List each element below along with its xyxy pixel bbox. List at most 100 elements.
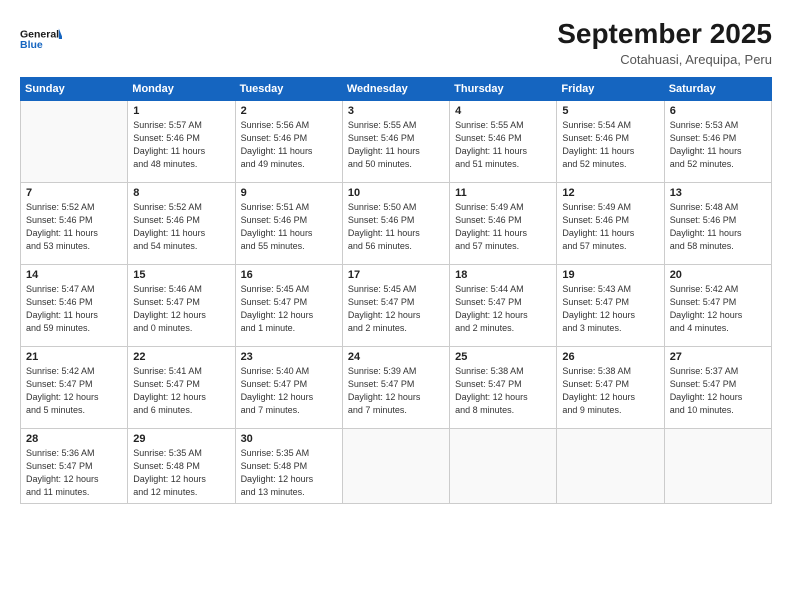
logo-svg: General Blue bbox=[20, 18, 62, 60]
calendar-day-cell: 28Sunrise: 5:36 AMSunset: 5:47 PMDayligh… bbox=[21, 429, 128, 504]
title-block: September 2025 Cotahuasi, Arequipa, Peru bbox=[557, 18, 772, 67]
day-number: 26 bbox=[562, 351, 658, 363]
day-info: Sunrise: 5:53 AMSunset: 5:46 PMDaylight:… bbox=[670, 119, 766, 171]
day-number: 22 bbox=[133, 351, 229, 363]
day-number: 7 bbox=[26, 187, 122, 199]
day-number: 11 bbox=[455, 187, 551, 199]
header-day-wednesday: Wednesday bbox=[342, 78, 449, 101]
day-info: Sunrise: 5:47 AMSunset: 5:46 PMDaylight:… bbox=[26, 283, 122, 335]
calendar-day-cell: 21 Sunrise: 5:42 AMSunset: 5:47 PMDayligh… bbox=[21, 347, 128, 429]
day-info: Sunrise: 5:35 AMSunset: 5:48 PMDaylight:… bbox=[133, 447, 229, 499]
day-info: Sunrise: 5:40 AMSunset: 5:47 PMDaylight:… bbox=[241, 365, 337, 417]
calendar-week-row: 1Sunrise: 5:57 AMSunset: 5:46 PMDaylight… bbox=[21, 101, 772, 183]
day-info: Sunrise: 5:51 AMSunset: 5:46 PMDaylight:… bbox=[241, 201, 337, 253]
calendar-day-cell bbox=[450, 429, 557, 504]
header-day-tuesday: Tuesday bbox=[235, 78, 342, 101]
day-number: 9 bbox=[241, 187, 337, 199]
day-number: 24 bbox=[348, 351, 444, 363]
day-info: Sunrise: 5:42 AMSunset: 5:47 PMDaylight:… bbox=[670, 283, 766, 335]
location: Cotahuasi, Arequipa, Peru bbox=[557, 52, 772, 67]
calendar-day-cell: 22 Sunrise: 5:41 AMSunset: 5:47 PMDayligh… bbox=[128, 347, 235, 429]
calendar-day-cell bbox=[664, 429, 771, 504]
calendar-day-cell: 4 Sunrise: 5:55 AMSunset: 5:46 PMDaylight… bbox=[450, 101, 557, 183]
calendar-day-cell: 5Sunrise: 5:54 AMSunset: 5:46 PMDaylight… bbox=[557, 101, 664, 183]
day-number: 1 bbox=[133, 105, 229, 117]
day-number: 14 bbox=[26, 269, 122, 281]
day-info: Sunrise: 5:45 AMSunset: 5:47 PMDaylight:… bbox=[241, 283, 337, 335]
day-number: 20 bbox=[670, 269, 766, 281]
day-info: Sunrise: 5:38 AMSunset: 5:47 PMDaylight:… bbox=[455, 365, 551, 417]
calendar-day-cell: 25 Sunrise: 5:38 AMSunset: 5:47 PMDayligh… bbox=[450, 347, 557, 429]
day-info: Sunrise: 5:37 AMSunset: 5:47 PMDaylight:… bbox=[670, 365, 766, 417]
calendar-day-cell: 26 Sunrise: 5:38 AMSunset: 5:47 PMDayligh… bbox=[557, 347, 664, 429]
calendar-week-row: 7 Sunrise: 5:52 AMSunset: 5:46 PMDaylight… bbox=[21, 183, 772, 265]
day-info: Sunrise: 5:49 AMSunset: 5:46 PMDaylight:… bbox=[455, 201, 551, 253]
day-number: 16 bbox=[241, 269, 337, 281]
day-number: 23 bbox=[241, 351, 337, 363]
calendar-day-cell: 6 Sunrise: 5:53 AMSunset: 5:46 PMDaylight… bbox=[664, 101, 771, 183]
day-number: 17 bbox=[348, 269, 444, 281]
calendar-day-cell: 15Sunrise: 5:46 AMSunset: 5:47 PMDayligh… bbox=[128, 265, 235, 347]
day-info: Sunrise: 5:36 AMSunset: 5:47 PMDaylight:… bbox=[26, 447, 122, 499]
day-number: 2 bbox=[241, 105, 337, 117]
calendar-day-cell: 7 Sunrise: 5:52 AMSunset: 5:46 PMDaylight… bbox=[21, 183, 128, 265]
calendar-week-row: 21 Sunrise: 5:42 AMSunset: 5:47 PMDayligh… bbox=[21, 347, 772, 429]
day-number: 12 bbox=[562, 187, 658, 199]
day-info: Sunrise: 5:45 AMSunset: 5:47 PMDaylight:… bbox=[348, 283, 444, 335]
calendar-day-cell: 9 Sunrise: 5:51 AMSunset: 5:46 PMDaylight… bbox=[235, 183, 342, 265]
calendar-day-cell bbox=[557, 429, 664, 504]
header-day-sunday: Sunday bbox=[21, 78, 128, 101]
day-number: 13 bbox=[670, 187, 766, 199]
calendar-day-cell: 17 Sunrise: 5:45 AMSunset: 5:47 PMDayligh… bbox=[342, 265, 449, 347]
calendar-header-row: SundayMondayTuesdayWednesdayThursdayFrid… bbox=[21, 78, 772, 101]
calendar-day-cell: 27 Sunrise: 5:37 AMSunset: 5:47 PMDayligh… bbox=[664, 347, 771, 429]
day-info: Sunrise: 5:49 AMSunset: 5:46 PMDaylight:… bbox=[562, 201, 658, 253]
day-info: Sunrise: 5:42 AMSunset: 5:47 PMDaylight:… bbox=[26, 365, 122, 417]
day-number: 30 bbox=[241, 433, 337, 445]
day-number: 19 bbox=[562, 269, 658, 281]
calendar-table: SundayMondayTuesdayWednesdayThursdayFrid… bbox=[20, 77, 772, 504]
day-info: Sunrise: 5:55 AMSunset: 5:46 PMDaylight:… bbox=[348, 119, 444, 171]
day-info: Sunrise: 5:48 AMSunset: 5:46 PMDaylight:… bbox=[670, 201, 766, 253]
day-number: 4 bbox=[455, 105, 551, 117]
day-info: Sunrise: 5:55 AMSunset: 5:46 PMDaylight:… bbox=[455, 119, 551, 171]
calendar-week-row: 28Sunrise: 5:36 AMSunset: 5:47 PMDayligh… bbox=[21, 429, 772, 504]
day-info: Sunrise: 5:43 AMSunset: 5:47 PMDaylight:… bbox=[562, 283, 658, 335]
day-info: Sunrise: 5:39 AMSunset: 5:47 PMDaylight:… bbox=[348, 365, 444, 417]
day-info: Sunrise: 5:41 AMSunset: 5:47 PMDaylight:… bbox=[133, 365, 229, 417]
calendar-day-cell: 14 Sunrise: 5:47 AMSunset: 5:46 PMDayligh… bbox=[21, 265, 128, 347]
calendar-day-cell: 13 Sunrise: 5:48 AMSunset: 5:46 PMDayligh… bbox=[664, 183, 771, 265]
day-number: 27 bbox=[670, 351, 766, 363]
day-number: 25 bbox=[455, 351, 551, 363]
calendar-day-cell: 8Sunrise: 5:52 AMSunset: 5:46 PMDaylight… bbox=[128, 183, 235, 265]
calendar-day-cell: 20 Sunrise: 5:42 AMSunset: 5:47 PMDayligh… bbox=[664, 265, 771, 347]
calendar-day-cell: 11 Sunrise: 5:49 AMSunset: 5:46 PMDayligh… bbox=[450, 183, 557, 265]
day-number: 3 bbox=[348, 105, 444, 117]
calendar-day-cell bbox=[342, 429, 449, 504]
calendar-day-cell: 3 Sunrise: 5:55 AMSunset: 5:46 PMDaylight… bbox=[342, 101, 449, 183]
svg-text:Blue: Blue bbox=[20, 39, 43, 51]
month-title: September 2025 bbox=[557, 18, 772, 50]
calendar-day-cell: 23 Sunrise: 5:40 AMSunset: 5:47 PMDayligh… bbox=[235, 347, 342, 429]
day-info: Sunrise: 5:52 AMSunset: 5:46 PMDaylight:… bbox=[133, 201, 229, 253]
calendar-day-cell: 19 Sunrise: 5:43 AMSunset: 5:47 PMDayligh… bbox=[557, 265, 664, 347]
day-number: 6 bbox=[670, 105, 766, 117]
calendar-day-cell: 10Sunrise: 5:50 AMSunset: 5:46 PMDayligh… bbox=[342, 183, 449, 265]
calendar-day-cell bbox=[21, 101, 128, 183]
calendar-day-cell: 18Sunrise: 5:44 AMSunset: 5:47 PMDayligh… bbox=[450, 265, 557, 347]
page-header: General Blue September 2025 Cotahuasi, A… bbox=[20, 18, 772, 67]
day-info: Sunrise: 5:50 AMSunset: 5:46 PMDaylight:… bbox=[348, 201, 444, 253]
header-day-friday: Friday bbox=[557, 78, 664, 101]
day-info: Sunrise: 5:38 AMSunset: 5:47 PMDaylight:… bbox=[562, 365, 658, 417]
day-number: 15 bbox=[133, 269, 229, 281]
calendar-week-row: 14 Sunrise: 5:47 AMSunset: 5:46 PMDayligh… bbox=[21, 265, 772, 347]
day-info: Sunrise: 5:52 AMSunset: 5:46 PMDaylight:… bbox=[26, 201, 122, 253]
calendar-day-cell: 2Sunrise: 5:56 AMSunset: 5:46 PMDaylight… bbox=[235, 101, 342, 183]
calendar-day-cell: 16 Sunrise: 5:45 AMSunset: 5:47 PMDayligh… bbox=[235, 265, 342, 347]
day-info: Sunrise: 5:44 AMSunset: 5:47 PMDaylight:… bbox=[455, 283, 551, 335]
day-number: 29 bbox=[133, 433, 229, 445]
day-number: 21 bbox=[26, 351, 122, 363]
header-day-monday: Monday bbox=[128, 78, 235, 101]
calendar-day-cell: 1Sunrise: 5:57 AMSunset: 5:46 PMDaylight… bbox=[128, 101, 235, 183]
day-number: 5 bbox=[562, 105, 658, 117]
